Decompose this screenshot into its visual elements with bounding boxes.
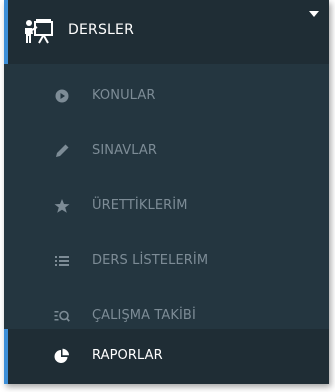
list-icon: [55, 256, 69, 266]
sidebar-menu: DERSLER KONULAR SINAVLAR ÜRETTİKLERİM DE…: [4, 0, 329, 384]
pie-chart-icon: [54, 348, 69, 363]
menu-header-label: DERSLER: [68, 22, 135, 38]
menu-header-dersler[interactable]: DERSLER: [4, 0, 329, 64]
menu-item-label: ÇALIŞMA TAKİBİ: [92, 308, 196, 323]
menu-item-label: ÜRETTİKLERİM: [92, 198, 188, 213]
chevron-down-icon[interactable]: [309, 11, 319, 17]
menu-item-label: KONULAR: [92, 88, 156, 103]
menu-item-label: DERS LİSTELERİM: [92, 253, 209, 268]
star-icon: [54, 199, 70, 213]
play-circle-icon: [55, 89, 69, 103]
pencil-icon: [56, 144, 69, 157]
teacher-board-icon: [25, 19, 53, 44]
menu-item-sinavlar[interactable]: SINAVLAR: [4, 124, 329, 179]
menu-item-label: SINAVLAR: [92, 143, 158, 158]
search-list-icon: [54, 310, 70, 322]
menu-item-konular[interactable]: KONULAR: [4, 69, 329, 124]
menu-item-ders-listelerim[interactable]: DERS LİSTELERİM: [4, 234, 329, 289]
menu-item-label: RAPORLAR: [92, 348, 163, 363]
menu-item-urettiklerim[interactable]: ÜRETTİKLERİM: [4, 179, 329, 234]
menu-item-raporlar[interactable]: RAPORLAR: [4, 329, 329, 384]
